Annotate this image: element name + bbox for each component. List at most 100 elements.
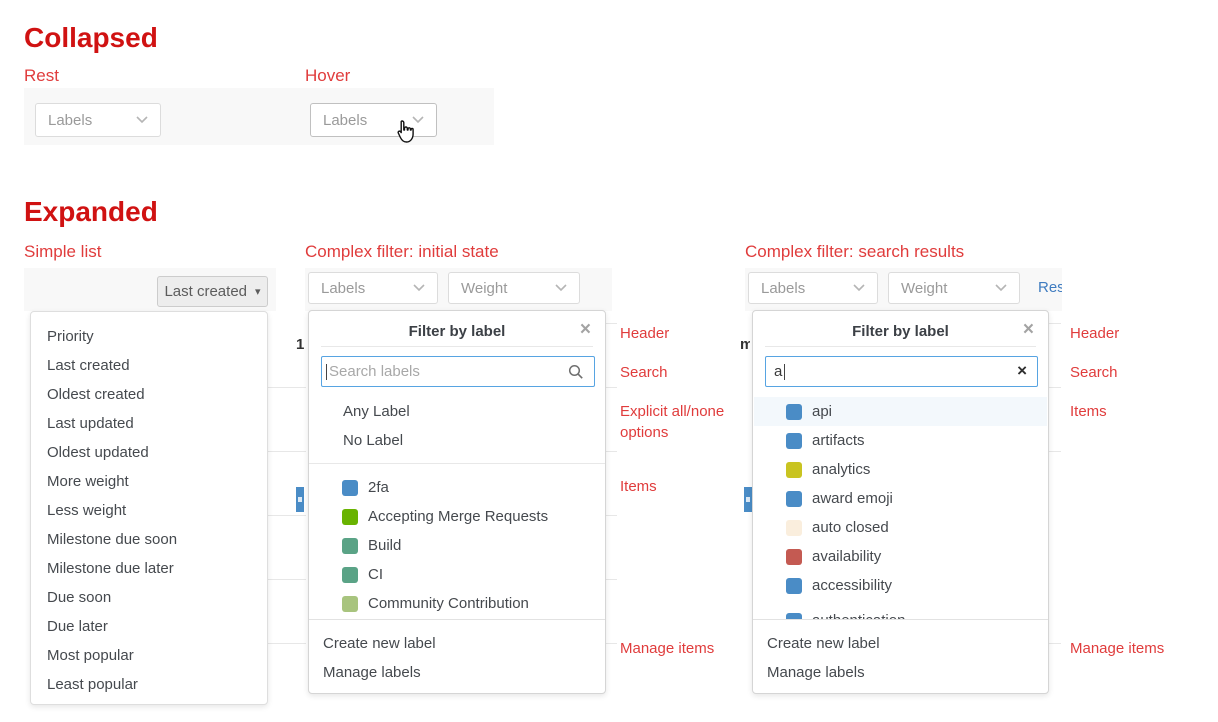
label-option[interactable]: auto closed (753, 513, 1048, 542)
menu-item-label: Oldest created (47, 386, 145, 403)
hand-cursor-icon (394, 119, 416, 145)
annotation-leader-line (1049, 323, 1061, 324)
label-option-text: Build (368, 537, 401, 554)
label-option[interactable]: artifacts (753, 426, 1048, 455)
footer-divider (753, 619, 1048, 620)
collapsed-demo-strip: Labels Labels (24, 88, 494, 145)
label-option[interactable]: award emoji (753, 484, 1048, 513)
label-option-text: artifacts (812, 432, 865, 449)
background-button-fragment (744, 487, 752, 512)
variant-label-simple-list: Simple list (24, 242, 101, 262)
label-color-chip (786, 491, 802, 507)
search-demo-strip: Labels Weight Res (745, 268, 1062, 311)
grid-line (268, 643, 306, 644)
label-option-text: 2fa (368, 479, 389, 496)
label-option-text: Community Contribution (368, 595, 529, 612)
labels-filter-dropdown[interactable]: Labels (748, 272, 878, 304)
search-placeholder: Search labels (329, 363, 420, 380)
menu-item-label: Least popular (47, 676, 138, 693)
menu-item[interactable]: Oldest updated (31, 438, 267, 467)
annotation-items: Items (620, 476, 657, 497)
label-option[interactable]: accessibility (753, 571, 1048, 600)
labels-filter-dropdown[interactable]: Labels (308, 272, 438, 304)
panel-title: Filter by label (309, 323, 605, 340)
label-option-text: Accepting Merge Requests (368, 508, 548, 525)
reset-link[interactable]: Res (1038, 279, 1062, 296)
label-option[interactable]: 2fa (309, 473, 605, 502)
menu-item[interactable]: Due later (31, 612, 267, 641)
menu-item[interactable]: More weight (31, 467, 267, 496)
label-option[interactable]: CI (309, 560, 605, 589)
close-icon[interactable]: × (1023, 320, 1034, 339)
search-labels-input[interactable]: Search labels (321, 356, 595, 387)
label-option[interactable]: Community Contribution (309, 589, 605, 618)
section-title-expanded: Expanded (24, 196, 158, 228)
label-option-text: award emoji (812, 490, 893, 507)
grid-line (268, 579, 306, 580)
label-option[interactable]: Build (309, 531, 605, 560)
background-button-fragment (296, 487, 304, 512)
menu-item[interactable]: Least popular (31, 670, 267, 699)
menu-item[interactable]: Due soon (31, 583, 267, 612)
menu-item-label: Due soon (47, 589, 111, 606)
sort-toggle-label: Last created (164, 283, 247, 300)
label-option-clipped[interactable]: authentication (753, 606, 1048, 619)
variant-label-rest: Rest (24, 66, 59, 86)
any-label-option[interactable]: Any Label (309, 397, 605, 426)
label-results-list: api artifacts analytics award emoji auto… (753, 397, 1048, 619)
menu-item[interactable]: Last updated (31, 409, 267, 438)
labels-dropdown-rest-text: Labels (48, 112, 92, 129)
grid-line (268, 387, 306, 388)
create-new-label-button[interactable]: Create new label (753, 629, 1048, 658)
menu-item[interactable]: Oldest created (31, 380, 267, 409)
menu-item[interactable]: Last created (31, 351, 267, 380)
sort-toggle-button[interactable]: Last created ▾ (157, 276, 268, 307)
label-color-chip (786, 433, 802, 449)
close-icon[interactable]: × (580, 320, 591, 339)
annotation-leader-line (1049, 643, 1061, 644)
menu-item-label: Most popular (47, 647, 134, 664)
create-new-label-button[interactable]: Create new label (309, 629, 605, 658)
menu-item-label: Last created (47, 357, 130, 374)
menu-item-label: Last updated (47, 415, 134, 432)
divider (321, 346, 593, 347)
manage-labels-button[interactable]: Manage labels (309, 658, 605, 687)
clear-search-icon[interactable]: × (1017, 361, 1027, 381)
text-caret (784, 364, 785, 380)
caret-down-icon: ▾ (255, 285, 261, 298)
footer-divider (309, 619, 605, 620)
label-filter-panel-initial: Filter by label × Search labels Any Labe… (308, 310, 606, 694)
label-color-chip (786, 549, 802, 565)
background-button-glyph (298, 497, 302, 502)
manage-labels-text: Manage labels (323, 664, 421, 681)
weight-filter-dropdown[interactable]: Weight (888, 272, 1020, 304)
weight-filter-dropdown[interactable]: Weight (448, 272, 580, 304)
label-option[interactable]: Accepting Merge Requests (309, 502, 605, 531)
text-caret (326, 364, 327, 380)
menu-item[interactable]: Milestone due soon (31, 525, 267, 554)
variant-label-initial-state: Complex filter: initial state (305, 242, 499, 262)
menu-item[interactable]: Less weight (31, 496, 267, 525)
annotation-items: Items (1070, 401, 1107, 422)
label-color-chip (342, 567, 358, 583)
labels-dropdown-rest[interactable]: Labels (35, 103, 161, 137)
label-option[interactable]: analytics (753, 455, 1048, 484)
label-color-chip (342, 480, 358, 496)
label-option-text: auto closed (812, 519, 889, 536)
label-option[interactable]: availability (753, 542, 1048, 571)
annotation-leader-line (606, 643, 617, 644)
label-color-chip (342, 509, 358, 525)
manage-labels-button[interactable]: Manage labels (753, 658, 1048, 687)
menu-item[interactable]: Milestone due later (31, 554, 267, 583)
annotation-header: Header (620, 323, 669, 344)
menu-item[interactable]: Most popular (31, 641, 267, 670)
annotation-leader-line (606, 451, 617, 452)
label-option-highlighted[interactable]: api (754, 397, 1047, 426)
menu-item[interactable]: Priority (31, 322, 267, 351)
search-input-value: a (774, 363, 782, 380)
label-color-chip (786, 404, 802, 420)
labels-dropdown-hover[interactable]: Labels (310, 103, 437, 137)
menu-item-label: More weight (47, 473, 129, 490)
search-labels-input[interactable]: a × (765, 356, 1038, 387)
no-label-option[interactable]: No Label (309, 426, 605, 455)
